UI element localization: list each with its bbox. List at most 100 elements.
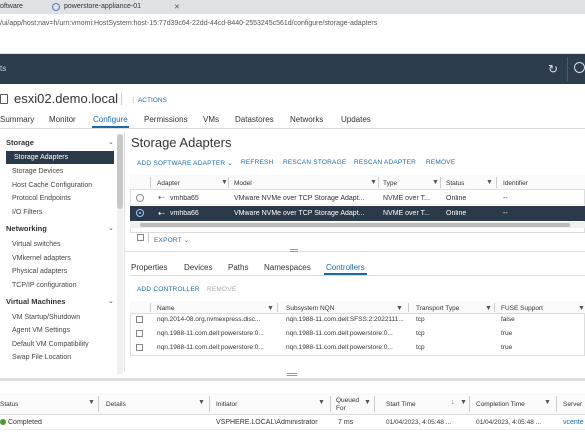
filter-icon[interactable]: ▼ [88,399,95,406]
filter-icon[interactable]: ▼ [364,399,371,406]
sidebar-item-vm-startup[interactable]: VM Startup/Shutdown [12,314,80,321]
refresh-button[interactable]: REFRESH [241,159,273,166]
close-tab-icon[interactable]: ✕ [174,3,180,11]
row-radio-checked[interactable] [136,209,144,217]
sidebar-item-io-filters[interactable]: I/O Filters [12,209,42,216]
row-checkbox[interactable] [136,316,143,323]
scrollbar-thumb[interactable] [140,223,570,227]
user-icon[interactable] [574,62,585,73]
filter-icon[interactable]: ▼ [578,305,585,312]
sidebar-item-host-cache[interactable]: Host Cache Configuration [12,182,92,189]
filter-icon[interactable]: ▼ [485,305,492,312]
refresh-icon[interactable]: ↻ [548,62,558,76]
filter-icon[interactable]: ▼ [396,305,403,312]
add-software-adapter-button[interactable]: ADD SOFTWARE ADAPTER ⌄ [137,159,233,167]
col-type[interactable]: Type [383,180,397,187]
filter-icon[interactable]: ▼ [432,179,439,186]
filter-icon[interactable]: ▼ [221,179,228,186]
tab-networks[interactable]: Networks [290,115,323,124]
sidebar-item-storage-devices[interactable]: Storage Devices [12,168,63,175]
row-checkbox[interactable] [136,330,143,337]
sidebar-item-protocol-endpoints[interactable]: Protocol Endpoints [12,195,71,202]
col-sep [496,177,497,188]
tab-label: oftware [0,3,23,10]
browser-tab[interactable]: oftware [0,0,50,14]
sidebar-group-storage[interactable]: Storage [6,138,34,147]
tab-devices[interactable]: Devices [184,263,212,272]
col-task-details[interactable]: Details [106,401,126,408]
tab-datastores[interactable]: Datastores [235,115,274,124]
col-task-initiator[interactable]: Initiator [216,401,237,408]
sidebar-item-vmkernel-adapters[interactable]: VMkernel adapters [12,255,71,262]
tab-monitor[interactable]: Monitor [49,115,76,124]
export-button[interactable]: EXPORT ⌄ [154,236,189,244]
sidebar-group-networking[interactable]: Networking [6,224,47,233]
url-text[interactable]: /ui/app/host;nav=h/urn:vmomi:HostSystem:… [0,20,377,27]
filter-icon[interactable]: ▼ [460,399,467,406]
sort-desc-icon[interactable]: ↓ [451,399,455,406]
col-identifier[interactable]: Identifier [503,180,528,187]
sidebar-group-virtual-machines[interactable]: Virtual Machines [6,297,65,306]
col-sep [378,177,379,188]
col-task-server[interactable]: Server [563,401,582,408]
controller-nqn: nqn.1988-11.com.dell:powerstore:0... [286,344,393,351]
browser-tab[interactable]: powerstore-appliance-01 [64,0,174,14]
row-checkbox[interactable] [136,344,143,351]
sidebar-item-virtual-switches[interactable]: Virtual switches [12,241,61,248]
filter-icon[interactable]: ▼ [486,179,493,186]
sidebar-item-swap-file[interactable]: Swap File Location [12,354,71,361]
scrollbar-thumb[interactable] [117,134,123,209]
col-task-status[interactable]: Status [0,401,18,408]
col-status[interactable]: Status [446,180,464,187]
remove-button[interactable]: REMOVE [426,159,455,166]
col-adapter[interactable]: Adapter [157,180,180,187]
col-subsystem-nqn[interactable]: Subsystem NQN [286,305,334,312]
filter-icon[interactable]: ▼ [198,399,205,406]
sidebar-item-storage-adapters[interactable]: Storage Adapters [14,154,68,161]
col-name[interactable]: Name [157,305,174,312]
filter-icon[interactable]: ▼ [370,179,377,186]
rescan-storage-button[interactable]: RESCAN STORAGE [283,159,346,166]
resize-handle[interactable] [290,249,298,252]
add-controller-button[interactable]: ADD CONTROLLER [137,286,200,293]
filter-icon[interactable]: ▼ [544,399,551,406]
horizontal-scrollbar[interactable] [130,222,585,228]
sidebar-item-physical-adapters[interactable]: Physical adapters [12,268,67,275]
tab-updates[interactable]: Updates [341,115,371,124]
app-header [0,54,585,84]
tab-properties[interactable]: Properties [131,263,167,272]
remove-controller-button[interactable]: REMOVE [207,286,236,293]
filter-icon[interactable]: ▼ [267,305,274,312]
chevron-down-icon[interactable]: ⌄ [108,138,114,146]
col-transport-type[interactable]: Transport Type [416,305,459,312]
column-toggle-icon[interactable] [137,234,144,241]
resize-handle[interactable] [287,373,297,376]
task-server-link[interactable]: vcente [563,419,584,426]
col-task-start[interactable]: Start Time [386,401,416,408]
sidebar-item-agent-vm[interactable]: Agent VM Settings [12,327,70,334]
row-radio[interactable] [136,194,144,202]
sidebar-item-tcpip[interactable]: TCP/IP configuration [12,282,76,289]
col-fuse-support[interactable]: FUSE Support [501,305,543,312]
tab-namespaces[interactable]: Namespaces [264,263,311,272]
sidebar-scrollbar[interactable] [117,134,123,374]
controller-transport: tcp [416,330,425,337]
col-task-queued[interactable]: Queued For [336,397,359,413]
tab-permissions[interactable]: Permissions [144,115,188,124]
tab-configure[interactable]: Configure [93,115,128,124]
tab-divider [0,128,585,129]
col-task-completion[interactable]: Completion Time [476,401,525,408]
sidebar-item-default-vm-compat[interactable]: Default VM Compatibility [12,341,89,348]
actions-menu[interactable]: ⋮ ACTIONS [130,96,167,104]
tab-paths[interactable]: Paths [228,263,248,272]
chevron-down-icon[interactable]: ⌄ [108,297,114,305]
tab-summary[interactable]: Summary [0,115,34,124]
rescan-adapter-button[interactable]: RESCAN ADAPTER [354,159,416,166]
tab-vms[interactable]: VMs [203,115,219,124]
filter-icon[interactable]: ▼ [318,399,325,406]
task-queued: 7 ms [338,419,354,426]
chevron-down-icon[interactable]: ⌄ [108,224,114,232]
button-label: ADD SOFTWARE ADAPTER [137,160,226,167]
col-model[interactable]: Model [234,180,252,187]
tab-controllers[interactable]: Controllers [326,263,365,272]
